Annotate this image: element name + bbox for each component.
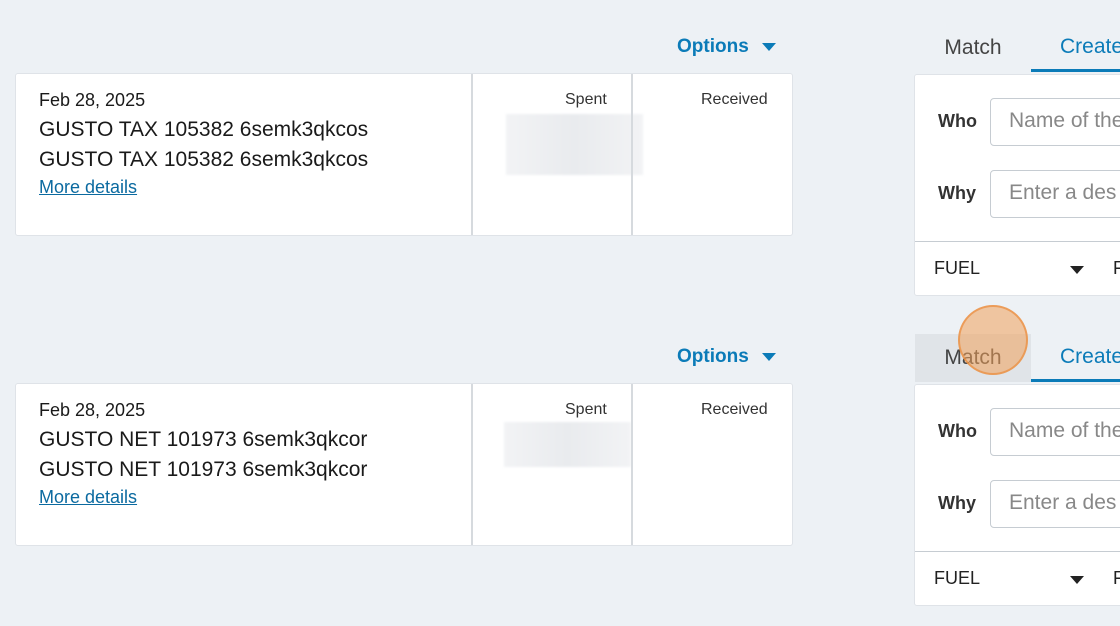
spent-amount-redacted bbox=[504, 422, 631, 467]
caret-down-icon bbox=[761, 43, 776, 51]
why-label: Why bbox=[938, 493, 976, 513]
who-row: Who Name of the bbox=[915, 98, 1120, 146]
category-value: FUEL bbox=[934, 568, 981, 588]
column-divider bbox=[471, 384, 473, 545]
click-indicator bbox=[958, 305, 1028, 375]
transaction-info: Feb 28, 2025 GUSTO NET 101973 6semk3qkco… bbox=[39, 400, 459, 508]
who-label: Who bbox=[938, 421, 977, 441]
received-label: Received bbox=[701, 91, 768, 108]
transaction-description: GUSTO TAX 105382 6semk3qkcos bbox=[39, 118, 369, 141]
category-select[interactable]: FUEL F bbox=[915, 241, 1120, 295]
options-label: Options bbox=[677, 36, 749, 57]
column-divider bbox=[631, 384, 633, 545]
why-input[interactable]: Enter a des bbox=[990, 480, 1120, 528]
column-divider bbox=[631, 74, 633, 235]
spent-label: Spent bbox=[565, 91, 607, 108]
transaction-date: Feb 28, 2025 bbox=[39, 90, 146, 110]
who-row: Who Name of the bbox=[915, 408, 1120, 456]
tab-create[interactable]: Create bbox=[1031, 334, 1120, 382]
category-select[interactable]: FUEL F bbox=[915, 551, 1120, 605]
options-dropdown[interactable]: Options bbox=[677, 346, 776, 368]
transaction-date: Feb 28, 2025 bbox=[39, 400, 146, 420]
why-row: Why Enter a des bbox=[915, 480, 1120, 528]
options-dropdown[interactable]: Options bbox=[677, 36, 776, 58]
category-value: FUEL bbox=[934, 258, 981, 278]
who-input[interactable]: Name of the bbox=[990, 98, 1120, 146]
why-row: Why Enter a des bbox=[915, 170, 1120, 218]
options-label: Options bbox=[677, 346, 749, 367]
transaction-description: GUSTO NET 101973 6semk3qkcor bbox=[39, 428, 368, 451]
transaction-memo: GUSTO NET 101973 6semk3qkcor bbox=[39, 458, 368, 481]
why-input[interactable]: Enter a des bbox=[990, 170, 1120, 218]
received-label: Received bbox=[701, 401, 768, 418]
caret-down-icon bbox=[761, 353, 776, 361]
tab-match[interactable]: Match bbox=[915, 24, 1031, 72]
transaction-info: Feb 28, 2025 GUSTO TAX 105382 6semk3qkco… bbox=[39, 90, 459, 198]
transaction-memo: GUSTO TAX 105382 6semk3qkcos bbox=[39, 148, 369, 171]
match-create-tabs: Match Create bbox=[915, 24, 1120, 72]
footer-extra-text: F bbox=[1113, 568, 1120, 589]
who-input[interactable]: Name of the bbox=[990, 408, 1120, 456]
more-details-link[interactable]: More details bbox=[39, 487, 137, 508]
more-details-link[interactable]: More details bbox=[39, 177, 137, 198]
who-label: Who bbox=[938, 111, 977, 131]
footer-extra-text: F bbox=[1113, 258, 1120, 279]
create-form: Who Name of the Why Enter a des FUEL F bbox=[914, 74, 1120, 296]
caret-down-icon[interactable] bbox=[1070, 266, 1084, 274]
bank-transactions-page: Options Feb 28, 2025 GUSTO TAX 105382 6s… bbox=[0, 0, 1120, 626]
transaction-card: Feb 28, 2025 GUSTO TAX 105382 6semk3qkco… bbox=[15, 73, 793, 236]
tab-create[interactable]: Create bbox=[1031, 24, 1120, 72]
spent-label: Spent bbox=[565, 401, 607, 418]
spent-amount-redacted bbox=[506, 114, 643, 175]
transaction-card: Feb 28, 2025 GUSTO NET 101973 6semk3qkco… bbox=[15, 383, 793, 546]
column-divider bbox=[471, 74, 473, 235]
caret-down-icon[interactable] bbox=[1070, 576, 1084, 584]
why-label: Why bbox=[938, 183, 976, 203]
create-form: Who Name of the Why Enter a des FUEL F bbox=[914, 384, 1120, 606]
